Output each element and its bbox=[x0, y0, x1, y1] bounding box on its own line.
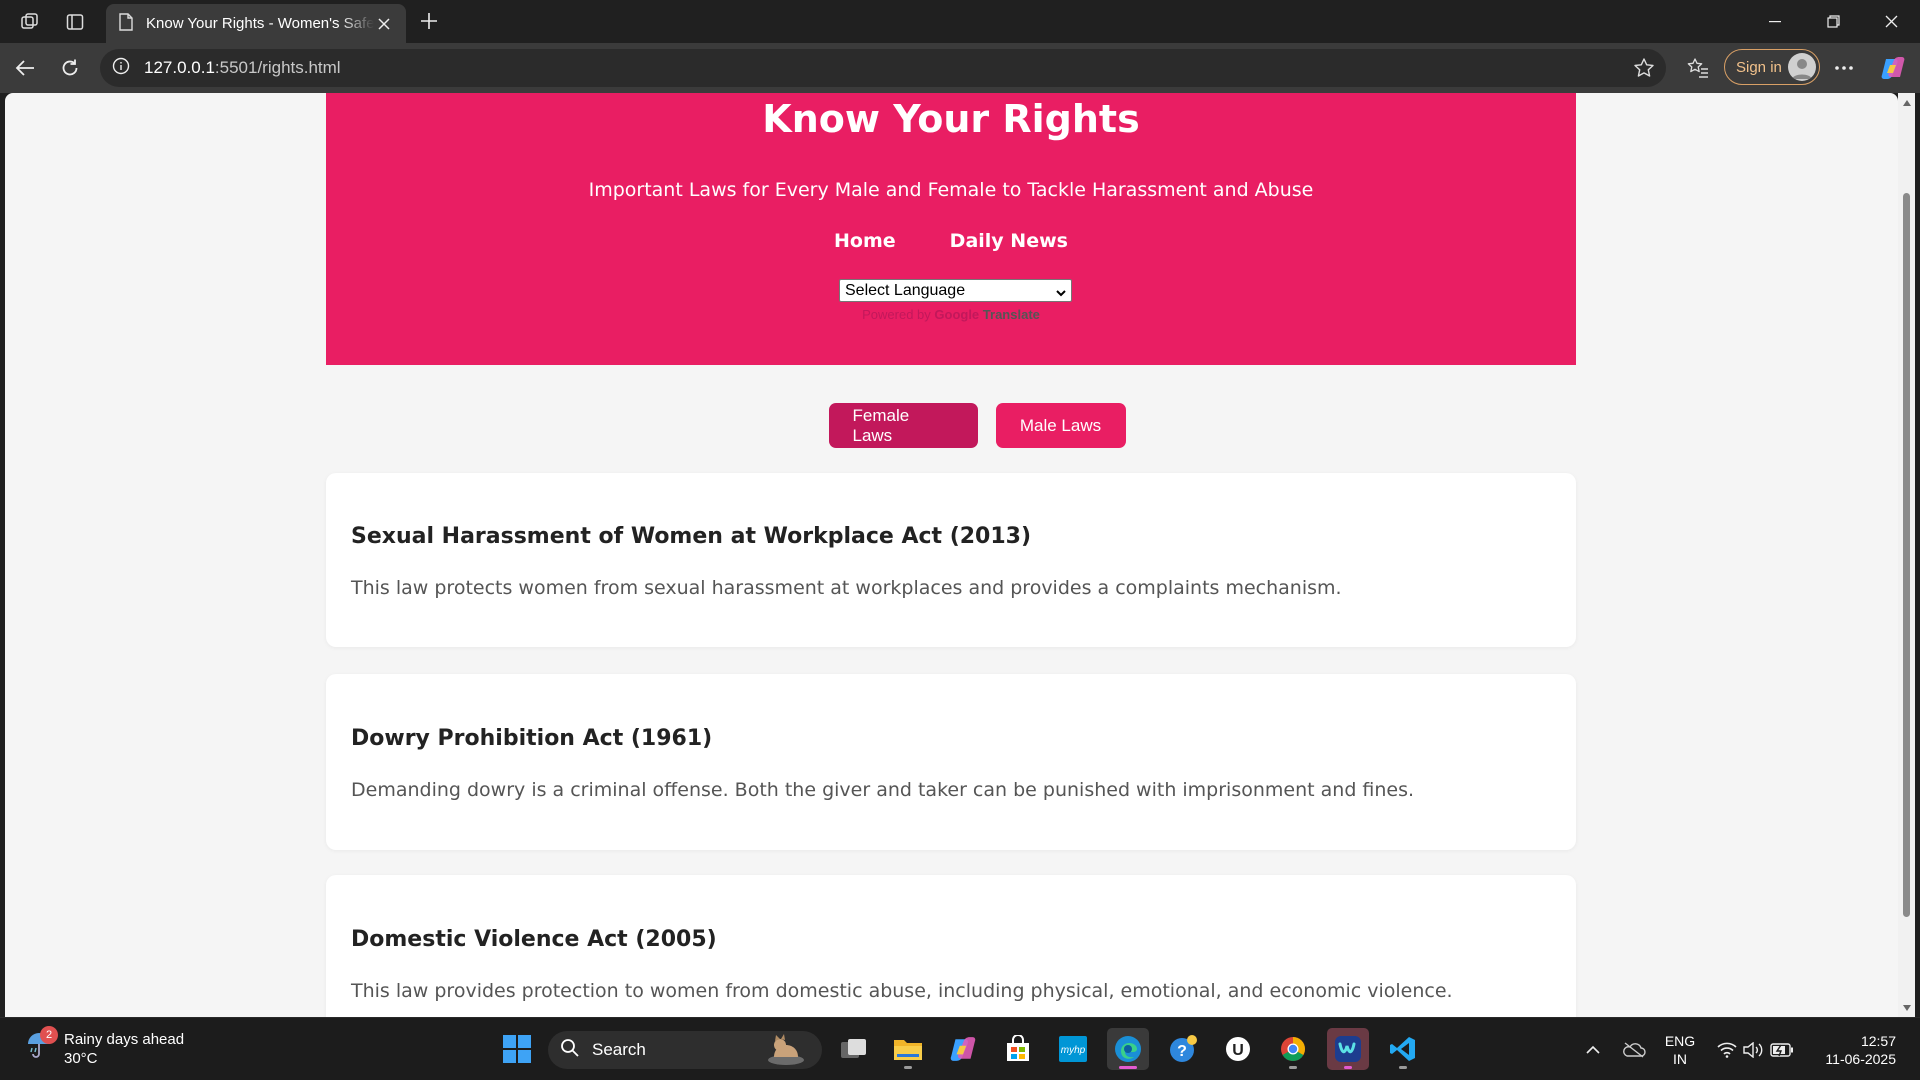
active-indicator bbox=[1344, 1066, 1352, 1069]
address-bar[interactable]: 127.0.0.1:5501/rights.html bbox=[100, 49, 1666, 87]
page-header: Know Your Rights Important Laws for Ever… bbox=[326, 93, 1576, 365]
url-host: 127.0.0.1 bbox=[144, 58, 215, 77]
weather-title: Rainy days ahead bbox=[64, 1031, 185, 1048]
law-card: Dowry Prohibition Act (1961) Demanding d… bbox=[326, 674, 1576, 850]
onedrive-offline-icon[interactable] bbox=[1620, 1018, 1648, 1080]
workspaces-icon[interactable] bbox=[16, 8, 44, 36]
tab-close-icon[interactable] bbox=[374, 14, 394, 34]
language-select-value: Select Language bbox=[845, 282, 966, 299]
page-subtitle: Important Laws for Every Male and Female… bbox=[588, 179, 1314, 201]
tab-title: Know Your Rights - Women's Safety bbox=[146, 15, 374, 32]
show-hidden-icons-icon[interactable] bbox=[1580, 1018, 1606, 1080]
volume-icon[interactable] bbox=[1742, 1018, 1766, 1080]
help-icon[interactable]: ? bbox=[1162, 1028, 1204, 1070]
powered-by-text: Powered by bbox=[862, 307, 931, 322]
translate-link[interactable]: Translate bbox=[983, 307, 1040, 322]
battery-icon[interactable] bbox=[1769, 1018, 1795, 1080]
windows-start-icon[interactable] bbox=[496, 1028, 538, 1070]
law-card: Sexual Harassment of Women at Workplace … bbox=[326, 473, 1576, 647]
new-tab-icon[interactable] bbox=[414, 6, 444, 36]
url-path: :5501/rights.html bbox=[214, 58, 341, 77]
favorite-star-icon[interactable] bbox=[1632, 56, 1656, 80]
chrome-icon[interactable] bbox=[1272, 1028, 1314, 1070]
running-indicator bbox=[904, 1066, 912, 1069]
search-highlight-cat-icon bbox=[766, 1033, 806, 1072]
favorites-icon[interactable] bbox=[1683, 53, 1713, 83]
svg-text:?: ? bbox=[1177, 1043, 1187, 1060]
edge-icon[interactable] bbox=[1107, 1028, 1149, 1070]
copilot-icon[interactable] bbox=[1878, 53, 1908, 83]
windows-taskbar: 2 Rainy days ahead 30°C Search myhp ? U … bbox=[0, 1017, 1920, 1080]
svg-text:U: U bbox=[1232, 1042, 1244, 1059]
page-icon bbox=[118, 12, 134, 35]
scroll-up-icon[interactable] bbox=[1901, 97, 1912, 108]
task-view-icon[interactable] bbox=[833, 1028, 875, 1070]
site-info-icon[interactable] bbox=[112, 57, 130, 80]
back-icon[interactable] bbox=[10, 53, 40, 83]
wifi-icon[interactable] bbox=[1715, 1018, 1739, 1080]
vertical-tabs-icon[interactable] bbox=[61, 8, 89, 36]
search-icon bbox=[560, 1038, 580, 1063]
male-laws-button[interactable]: Male Laws bbox=[995, 403, 1126, 448]
avatar-icon bbox=[1788, 53, 1816, 81]
window-edge bbox=[1915, 93, 1920, 1017]
clock[interactable]: 12:57 11-06-2025 bbox=[1810, 1018, 1896, 1080]
law-title: Sexual Harassment of Women at Workplace … bbox=[351, 524, 1032, 549]
law-description: Demanding dowry is a criminal offense. B… bbox=[351, 779, 1415, 801]
law-description: This law provides protection to women fr… bbox=[351, 980, 1453, 1002]
myhp-icon[interactable]: myhp bbox=[1052, 1028, 1094, 1070]
law-title: Dowry Prohibition Act (1961) bbox=[351, 726, 713, 751]
restore-icon[interactable] bbox=[1804, 0, 1862, 43]
browser-title-bar: Know Your Rights - Women's Safety bbox=[0, 0, 1920, 43]
running-indicator bbox=[1399, 1066, 1407, 1069]
clock-time: 12:57 bbox=[1860, 1032, 1896, 1049]
browser-tab-active[interactable]: Know Your Rights - Women's Safety bbox=[106, 4, 406, 43]
browser-toolbar: 127.0.0.1:5501/rights.html Sign in bbox=[0, 43, 1920, 93]
weather-badge: 2 bbox=[40, 1026, 58, 1044]
language-select[interactable]: Select Language bbox=[839, 279, 1072, 302]
close-window-icon[interactable] bbox=[1862, 0, 1920, 43]
weather-widget[interactable]: 2 Rainy days ahead 30°C bbox=[26, 1026, 185, 1068]
input-language-indicator[interactable]: ENG IN bbox=[1660, 1018, 1700, 1080]
google-logo[interactable]: Google bbox=[934, 307, 979, 322]
clock-date: 11-06-2025 bbox=[1825, 1050, 1896, 1067]
search-label: Search bbox=[592, 1040, 646, 1059]
webex-icon[interactable] bbox=[1327, 1028, 1369, 1070]
more-options-icon[interactable] bbox=[1829, 53, 1859, 83]
page-viewport: Know Your Rights Important Laws for Ever… bbox=[5, 93, 1898, 1017]
law-title: Domestic Violence Act (2005) bbox=[351, 927, 717, 952]
taskbar-search[interactable]: Search bbox=[548, 1031, 822, 1069]
header-nav: Home Daily News bbox=[326, 230, 1576, 252]
female-laws-button[interactable]: Female Laws bbox=[828, 403, 978, 448]
copilot-app-icon[interactable] bbox=[942, 1028, 984, 1070]
law-category-tabs: Female Laws Male Laws bbox=[56, 403, 1898, 448]
svg-text:myhp: myhp bbox=[1061, 1045, 1086, 1056]
law-card: Domestic Violence Act (2005) This law pr… bbox=[326, 875, 1576, 1017]
ubisoft-icon[interactable]: U bbox=[1217, 1028, 1259, 1070]
law-description: This law protects women from sexual hara… bbox=[351, 577, 1342, 599]
running-indicator bbox=[1289, 1066, 1297, 1069]
nav-link-daily-news[interactable]: Daily News bbox=[950, 230, 1068, 252]
page-title: Know Your Rights bbox=[762, 97, 1140, 141]
microsoft-store-icon[interactable] bbox=[997, 1028, 1039, 1070]
sign-in-button[interactable]: Sign in bbox=[1724, 49, 1820, 85]
page-scrollbar[interactable] bbox=[1898, 93, 1915, 1017]
weather-temperature: 30°C bbox=[64, 1050, 98, 1067]
region-code: IN bbox=[1673, 1050, 1687, 1067]
language-code: ENG bbox=[1664, 1032, 1696, 1049]
scrollbar-thumb[interactable] bbox=[1903, 193, 1910, 917]
chevron-down-icon bbox=[1055, 284, 1067, 305]
active-indicator bbox=[1119, 1066, 1137, 1069]
google-translate-attribution: Powered by Google Translate bbox=[326, 307, 1576, 322]
file-explorer-icon[interactable] bbox=[887, 1028, 929, 1070]
reload-icon[interactable] bbox=[55, 53, 85, 83]
minimize-icon[interactable] bbox=[1746, 0, 1804, 43]
url-text[interactable]: 127.0.0.1:5501/rights.html bbox=[144, 58, 341, 78]
vscode-icon[interactable] bbox=[1382, 1028, 1424, 1070]
scroll-down-icon[interactable] bbox=[1901, 1002, 1912, 1013]
nav-link-home[interactable]: Home bbox=[834, 230, 896, 252]
sign-in-label: Sign in bbox=[1736, 58, 1782, 76]
